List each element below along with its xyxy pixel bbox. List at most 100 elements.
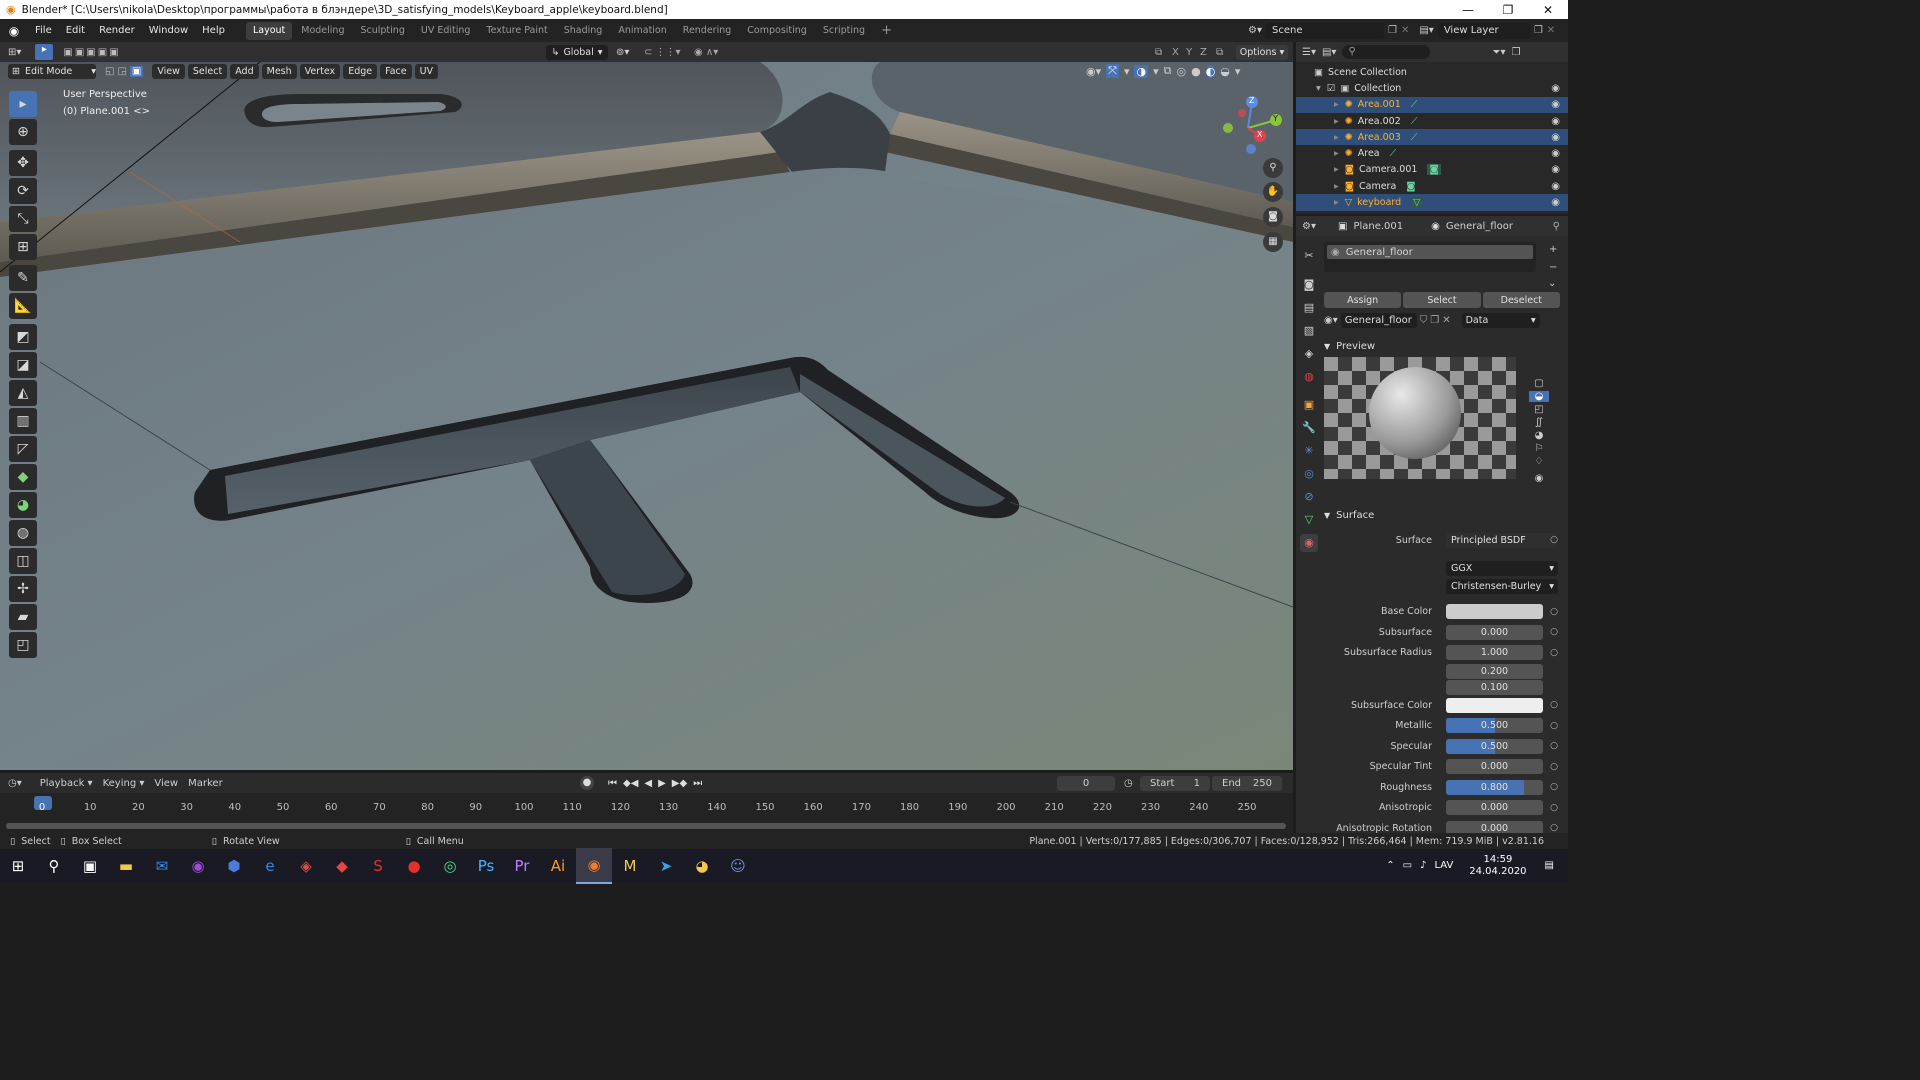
- link-socket-icon[interactable]: ○: [1550, 823, 1558, 833]
- end-frame-field[interactable]: End 250: [1212, 775, 1282, 791]
- preview-range-icon[interactable]: ◷: [1124, 778, 1133, 789]
- menu-edit[interactable]: Edit: [59, 25, 92, 36]
- volume-icon[interactable]: ♪: [1420, 860, 1426, 871]
- spin-tool-icon[interactable]: ◕: [9, 492, 37, 518]
- preview-panel-header[interactable]: ▼ Preview: [1324, 338, 1568, 354]
- extrude-tool-icon[interactable]: ◩: [9, 324, 37, 350]
- eye-icon[interactable]: ◉: [1551, 148, 1560, 159]
- outliner-item-area-001[interactable]: ▸ ✺ Area.001 ⟋ ◉: [1296, 96, 1568, 113]
- rip-region-tool-icon[interactable]: ◰: [9, 632, 37, 658]
- color-swatch[interactable]: [1446, 604, 1543, 620]
- value-field[interactable]: 0.000: [1446, 624, 1543, 640]
- gizmo-icon[interactable]: ⤧: [1106, 64, 1119, 78]
- premiere-icon[interactable]: Pr: [504, 848, 540, 884]
- value-field[interactable]: 0.000: [1446, 820, 1543, 834]
- overlays-dropdown-icon[interactable]: ▾: [1153, 65, 1159, 78]
- physics-tab-icon[interactable]: ◎: [1300, 465, 1318, 483]
- app-cube-icon[interactable]: ◆: [324, 848, 360, 884]
- modifier-tab-icon[interactable]: 🔧: [1300, 419, 1318, 437]
- outliner-item-area[interactable]: ▸ ✺ Area ⟋ ◉: [1296, 145, 1568, 161]
- network-icon[interactable]: ▭: [1403, 860, 1412, 871]
- annotate-tool-icon[interactable]: ✎: [9, 265, 37, 291]
- search-icon[interactable]: ⚲: [36, 848, 72, 884]
- monkey-preview-icon[interactable]: ◕: [1535, 430, 1544, 441]
- outliner-item-camera-001[interactable]: ▸ ◙ Camera.001 ◙ ◉: [1296, 162, 1568, 178]
- view-layer-icon[interactable]: ▤▾: [1419, 25, 1433, 36]
- outliner-item-keyboard[interactable]: ▸ ▽ keyboard ▽ ◉: [1296, 194, 1568, 211]
- menu-view[interactable]: View: [152, 64, 185, 79]
- link-socket-icon[interactable]: ○: [1550, 535, 1558, 545]
- menu-add[interactable]: Add: [230, 64, 259, 79]
- outliner-item-area-003[interactable]: ▸ ✺ Area.003 ⟋ ◉: [1296, 129, 1568, 146]
- ortho-toggle-icon[interactable]: ▦: [1263, 232, 1283, 252]
- tool-tab-icon[interactable]: ✂: [1300, 247, 1318, 265]
- tab-modeling[interactable]: Modeling: [294, 22, 351, 40]
- scene-selector[interactable]: Scene: [1265, 22, 1384, 39]
- measure-tool-icon[interactable]: 📐: [9, 293, 37, 319]
- link-dropdown[interactable]: Data ▾: [1461, 313, 1540, 328]
- marker-menu[interactable]: Marker: [188, 778, 223, 789]
- menu-file[interactable]: File: [28, 25, 59, 36]
- playback-menu[interactable]: Playback ▾: [40, 778, 93, 789]
- subsurface-method-dropdown[interactable]: Christensen-Burley ▾: [1446, 578, 1558, 594]
- link-socket-icon[interactable]: ○: [1550, 803, 1558, 813]
- start-frame-field[interactable]: Start 1: [1140, 775, 1210, 791]
- restore-button[interactable]: ❐: [1488, 3, 1528, 17]
- expand-arrow-icon[interactable]: ▸: [1334, 116, 1339, 127]
- eye-icon[interactable]: ◉: [1551, 164, 1560, 175]
- poly-build-tool-icon[interactable]: ◆: [9, 464, 37, 490]
- material-slot-list[interactable]: ◉ General_floor: [1324, 242, 1536, 272]
- zoom-icon[interactable]: ⚲: [1263, 158, 1283, 178]
- shading-options-icon[interactable]: ▾: [1235, 65, 1241, 78]
- blender-taskbar-icon[interactable]: ◉: [576, 847, 612, 884]
- menu-help[interactable]: Help: [195, 25, 232, 36]
- app-s-icon[interactable]: S: [360, 848, 396, 884]
- smooth-tool-icon[interactable]: ◍: [9, 520, 37, 546]
- face-select-icon[interactable]: ▣: [129, 66, 144, 77]
- chrome-icon[interactable]: ◕: [684, 848, 720, 884]
- photoshop-icon[interactable]: Ps: [468, 848, 504, 884]
- menu-window[interactable]: Window: [142, 25, 195, 36]
- mode-selector[interactable]: ⊞ Edit Mode ▾: [8, 64, 96, 79]
- tray-chevron-icon[interactable]: ⌃: [1386, 860, 1394, 871]
- record-icon[interactable]: ●: [580, 776, 594, 790]
- timeline-view-menu[interactable]: View: [154, 778, 178, 789]
- sphere-preview-icon[interactable]: ◒: [1528, 391, 1550, 402]
- material-shading-icon[interactable]: ◐: [1205, 64, 1216, 78]
- tab-texture-paint[interactable]: Texture Paint: [479, 22, 554, 40]
- assign-button[interactable]: Assign: [1324, 292, 1402, 308]
- 3d-viewport[interactable]: User Perspective (0) Plane.001 <> ⊞ Edit…: [0, 62, 1293, 770]
- value-field[interactable]: 0.000: [1446, 759, 1543, 775]
- link-socket-icon[interactable]: ○: [1550, 607, 1558, 617]
- output-tab-icon[interactable]: ▤: [1300, 298, 1318, 316]
- task-view-icon[interactable]: ▣: [72, 848, 108, 884]
- navigation-gizmo[interactable]: Z Y X: [1218, 92, 1288, 162]
- windows-start-icon[interactable]: ⊞: [0, 848, 36, 884]
- value-field[interactable]: 0.500: [1446, 718, 1543, 734]
- rotate-tool-icon[interactable]: ⟳: [9, 178, 37, 204]
- app-m-icon[interactable]: M: [612, 848, 648, 884]
- timeline-scrollbar[interactable]: [6, 823, 1286, 829]
- minimize-button[interactable]: —: [1448, 3, 1488, 17]
- overlays-icon[interactable]: ◑: [1134, 64, 1149, 78]
- surface-panel-header[interactable]: ▼ Surface: [1324, 507, 1568, 523]
- remove-scene-icon[interactable]: ✕: [1401, 25, 1409, 36]
- hair-preview-icon[interactable]: ∬: [1535, 417, 1543, 428]
- camera-view-icon[interactable]: ◙: [1263, 207, 1283, 227]
- select-button[interactable]: Select: [1403, 292, 1481, 308]
- cursor-tool-icon[interactable]: ⊕: [9, 119, 37, 145]
- telegram-icon[interactable]: ➤: [648, 848, 684, 884]
- remove-slot-icon[interactable]: −: [1549, 262, 1557, 273]
- eye-icon[interactable]: ◉: [1551, 132, 1560, 143]
- fluid-preview-icon[interactable]: ♢: [1535, 456, 1544, 467]
- vertex-select-icon[interactable]: ◱: [105, 66, 114, 77]
- material-name-field[interactable]: General_floor: [1340, 313, 1417, 328]
- language-indicator[interactable]: LAV: [1434, 860, 1453, 871]
- axis-z-toggle[interactable]: Z: [1200, 47, 1207, 58]
- edge-browser-icon[interactable]: e: [252, 848, 288, 884]
- world-preview-icon[interactable]: ◉: [1535, 473, 1544, 484]
- menu-mesh[interactable]: Mesh: [261, 64, 297, 79]
- render-tab-icon[interactable]: ◙: [1300, 275, 1318, 293]
- constraints-tab-icon[interactable]: ⊘: [1300, 488, 1318, 506]
- menu-select[interactable]: Select: [187, 64, 228, 79]
